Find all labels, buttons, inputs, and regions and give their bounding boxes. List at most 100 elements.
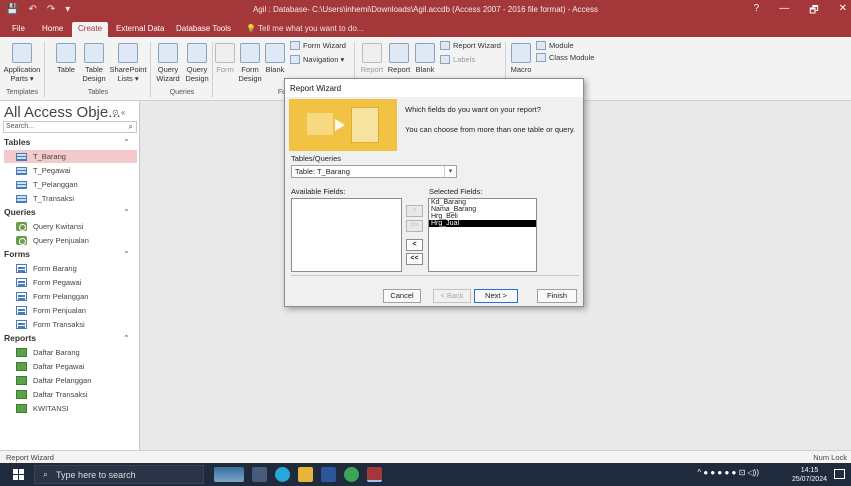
restore-button[interactable]: 🗗 [809,3,818,20]
notification-icon[interactable] [834,469,845,479]
collapse-icon[interactable]: ⌃ [123,333,130,344]
nav-section-tables[interactable]: Tables ⌃ [4,137,136,147]
report-wizard-button[interactable]: Report Wizard [440,41,501,50]
nav-item-form-transaksi[interactable]: Form Transaksi [12,318,138,331]
nav-item-form-barang[interactable]: Form Barang [12,262,138,275]
nav-item-form-pegawai[interactable]: Form Pegawai [12,276,138,289]
nav-item-t-barang[interactable]: T_Barang [4,150,137,163]
table-icon [16,194,27,203]
next-button[interactable]: Next > [474,289,518,303]
nav-item-daftar-pelanggan[interactable]: Daftar Pelanggan [12,374,138,387]
nav-item-t-transaksi[interactable]: T_Transaksi [12,192,138,205]
tab-create[interactable]: Create [72,22,109,37]
nav-item-t-pelanggan[interactable]: T_Pelanggan [12,178,138,191]
nav-item-daftar-transaksi[interactable]: Daftar Transaksi [12,388,138,401]
tables-queries-select[interactable]: Table: T_Barang ▾ [291,165,457,178]
nav-item-query-kwitansi[interactable]: Query Kwitansi [12,220,138,233]
available-fields-list[interactable] [291,198,402,272]
blank-report-button[interactable]: Blank [414,43,436,74]
word-icon[interactable] [321,467,336,482]
chevron-down-icon[interactable]: ▾ [444,166,456,177]
query-icon [16,236,27,245]
cancel-button[interactable]: Cancel [383,289,421,303]
windows-start-icon[interactable] [13,469,24,480]
form-icon [215,43,235,63]
divider [150,42,151,97]
file-explorer-icon[interactable] [298,467,313,482]
report-wizard-icon [440,41,450,50]
collapse-icon[interactable]: ⌃ [123,207,130,218]
tab-database-tools[interactable]: Database Tools [170,22,237,37]
list-item-selected[interactable]: Hrg_Jual [429,220,536,227]
tab-home[interactable]: Home [36,22,69,37]
module-icon [536,41,546,50]
application-parts-button[interactable]: Application Parts ▾ [2,43,42,83]
table-icon [16,166,27,175]
nav-item-form-penjualan[interactable]: Form Penjualan [12,304,138,317]
taskbar-clock[interactable]: 14:15 25/07/2024 [792,466,827,484]
collapse-icon[interactable]: ⌃ [123,137,130,148]
table-button[interactable]: Table [54,43,78,74]
add-all-fields-button[interactable]: >> [406,220,423,232]
labels-button[interactable]: Labels [440,55,475,64]
nav-item-query-penjualan[interactable]: Query Penjualan [12,234,138,247]
report-wizard-dialog: Report Wizard Which fields do you want o… [284,78,584,307]
navigation-button[interactable]: Navigation ▾ [290,55,344,64]
help-button[interactable]: ? [754,3,760,20]
form-icon [16,320,27,329]
back-button[interactable]: < Back [433,289,471,303]
nav-pane-menu-icon[interactable]: ⊙ « [112,108,125,117]
nav-section-reports[interactable]: Reports ⌃ [4,333,136,343]
add-field-button[interactable]: > [406,205,423,217]
nav-item-daftar-barang[interactable]: Daftar Barang [12,346,138,359]
tab-file[interactable]: File [6,22,31,37]
nav-search-input[interactable]: Search... ⌕ [3,121,137,133]
wizard-source-graphic [307,113,333,135]
num-lock-indicator: Num Lock [813,453,847,462]
chrome-browser-icon[interactable] [344,467,359,482]
nav-item-daftar-pegawai[interactable]: Daftar Pegawai [12,360,138,373]
edge-browser-icon[interactable] [275,467,290,482]
system-tray-icons[interactable]: ^ ● ● ● ● ● ⊡ ◁)) [697,468,759,477]
list-item[interactable]: Nama_Barang [429,206,536,213]
list-item[interactable]: Hrg_Beli [429,213,536,220]
form-wizard-button[interactable]: Form Wizard [290,41,346,50]
form-button[interactable]: Form [214,43,236,74]
divider [44,42,45,97]
blank-form-button[interactable]: Blank [264,43,286,74]
finish-button[interactable]: Finish [537,289,577,303]
query-wizard-button[interactable]: Query Wizard [154,43,182,83]
nav-item-kwitansi[interactable]: KWITANSI [12,402,138,415]
collapse-icon[interactable]: ⌃ [123,249,130,260]
form-design-button[interactable]: Form Design [238,43,262,83]
selected-fields-list[interactable]: Kd_Barang Nama_Barang Hrg_Beli Hrg_Jual [428,198,537,272]
class-module-button[interactable]: Class Module [536,53,594,62]
nav-item-t-pegawai[interactable]: T_Pegawai [12,164,138,177]
search-icon: ⌕ [128,122,133,131]
wizard-banner-image [289,99,397,151]
task-view-icon[interactable] [252,467,267,482]
remove-field-button[interactable]: < [406,239,423,251]
nav-pane-header[interactable]: All Access Obje... [4,104,121,121]
close-button[interactable]: ✕ [839,3,847,20]
nav-section-queries[interactable]: Queries ⌃ [4,207,136,217]
list-item[interactable]: Kd_Barang [429,199,536,206]
macro-button[interactable]: Macro [508,43,534,74]
report-design-button[interactable]: Report [386,43,412,74]
tell-me-box[interactable]: 💡 Tell me what you want to do... [246,24,363,33]
nav-section-forms[interactable]: Forms ⌃ [4,249,136,259]
query-design-button[interactable]: Query Design [184,43,210,83]
module-button[interactable]: Module [536,41,574,50]
weather-widget-icon[interactable] [214,467,244,482]
report-design-icon [389,43,409,63]
report-button[interactable]: Report [360,43,384,74]
table-design-button[interactable]: Table Design [80,43,108,83]
remove-all-fields-button[interactable]: << [406,253,423,265]
nav-item-form-pelanggan[interactable]: Form Pelanggan [12,290,138,303]
minimize-button[interactable]: — [779,3,789,20]
access-app-icon[interactable] [367,467,382,482]
taskbar-search-box[interactable]: ⌕ Type here to search [34,465,204,484]
sharepoint-lists-button[interactable]: SharePoint Lists ▾ [108,43,148,83]
tab-external-data[interactable]: External Data [110,22,170,37]
table-icon [16,180,27,189]
